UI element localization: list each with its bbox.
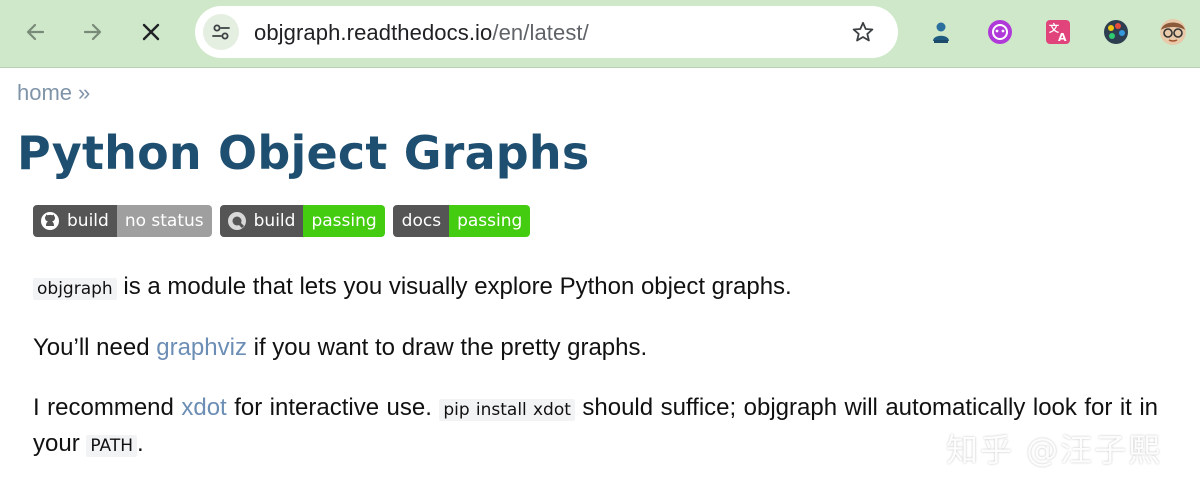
xdot-link[interactable]: xdot (181, 394, 226, 421)
badge-value: passing (449, 205, 531, 237)
graphviz-paragraph: You’ll need graphviz if you want to draw… (33, 331, 1163, 365)
inline-code: objgraph (33, 278, 117, 300)
address-bar[interactable]: objgraph.readthedocs.io/en/latest/ (195, 6, 898, 58)
breadcrumb-home-link[interactable]: home (17, 80, 72, 105)
paragraph-text: You’ll need (33, 334, 157, 361)
url-host: objgraph.readthedocs.io (254, 20, 493, 45)
inline-code: PATH (86, 435, 138, 457)
palette-extension-icon[interactable] (1101, 17, 1131, 47)
url-path: /en/latest/ (492, 20, 589, 45)
breadcrumb: home» (17, 80, 90, 106)
inline-code: pip install xdot (439, 399, 575, 421)
back-arrow-icon (26, 23, 45, 41)
paragraph-text: for interactive use. (226, 394, 440, 421)
watermark: 知乎 @汪子熙 (946, 431, 1163, 469)
appveyor-icon (226, 210, 248, 232)
site-info-button[interactable] (203, 14, 239, 50)
translate-extension-icon[interactable]: 文 A (1043, 17, 1073, 47)
star-icon (852, 21, 874, 42)
back-button[interactable] (17, 14, 53, 50)
page-title: Python Object Graphs (17, 126, 590, 180)
stop-loading-button[interactable] (133, 14, 169, 50)
paragraph-text: if you want to draw the pretty graphs. (246, 334, 648, 361)
badge-label: build (253, 211, 296, 231)
build-status-badge-github[interactable]: build no status (33, 205, 212, 237)
docs-status-badge[interactable]: docs passing (392, 205, 531, 237)
badge-value: passing (303, 205, 385, 237)
paragraph-text: is a module that lets you visually explo… (116, 273, 792, 300)
badge-label: build (67, 211, 109, 231)
badge-value: no status (116, 205, 212, 237)
url-text[interactable]: objgraph.readthedocs.io/en/latest/ (254, 20, 589, 46)
intro-paragraph: objgraph is a module that lets you visua… (33, 270, 1163, 306)
forward-arrow-icon (83, 23, 102, 41)
graphviz-link[interactable]: graphviz (156, 334, 247, 361)
forward-button[interactable] (75, 14, 111, 50)
paragraph-text: . (137, 430, 144, 457)
svg-text:A: A (1058, 31, 1067, 44)
browser-toolbar: objgraph.readthedocs.io/en/latest/ 文 A (0, 0, 1200, 68)
build-status-badge-appveyor[interactable]: build passing (219, 205, 385, 237)
close-icon (142, 23, 160, 41)
github-icon (39, 210, 61, 232)
avatar-extension-icon[interactable] (1158, 17, 1188, 47)
person-extension-icon[interactable] (926, 17, 956, 47)
bookmark-button[interactable] (850, 19, 876, 45)
purple-ai-extension-icon[interactable] (985, 17, 1015, 47)
status-badges: build no status build passing docs passi… (33, 205, 538, 237)
tune-icon (212, 24, 230, 40)
breadcrumb-separator: » (78, 80, 91, 105)
paragraph-text: I recommend (33, 394, 182, 421)
badge-label: docs (401, 211, 442, 231)
